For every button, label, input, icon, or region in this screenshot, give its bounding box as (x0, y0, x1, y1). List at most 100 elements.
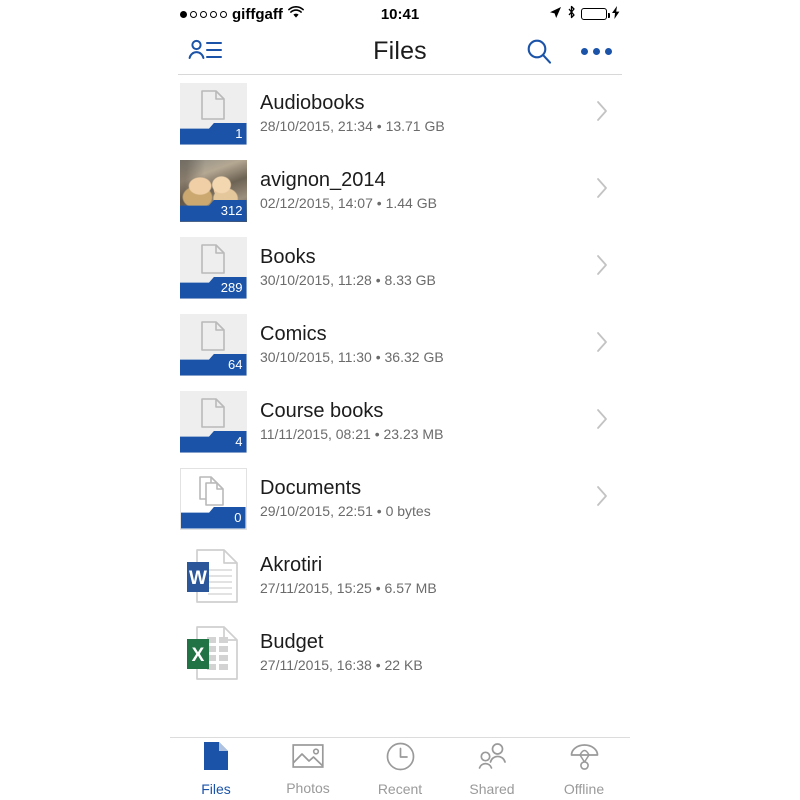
item-subtitle: 27/11/2015, 16:38 • 22 KB (260, 657, 423, 673)
status-bar-right (549, 5, 620, 23)
folder-count-band: 312 (179, 199, 247, 222)
overflow-menu-button[interactable] (581, 47, 612, 55)
item-thumbnail: 289 (178, 236, 248, 299)
excel-spreadsheet-icon: X (187, 625, 238, 680)
item-subtitle: 30/10/2015, 11:28 • 8.33 GB (260, 272, 436, 288)
file-list[interactable]: 1 Audiobooks 28/10/2015, 21:34 • 13.71 G… (170, 75, 630, 737)
item-meta: Course books 11/11/2015, 08:21 • 23.23 M… (260, 399, 588, 444)
folder-thumbnail: 1 (179, 82, 247, 145)
item-name: Budget (260, 631, 324, 653)
folder-thumbnail: 64 (179, 313, 247, 376)
tab-label: Photos (286, 780, 330, 796)
list-item[interactable]: 4 Course books 11/11/2015, 08:21 • 23.23… (170, 383, 630, 460)
folder-count-band: 1 (179, 122, 247, 145)
item-thumbnail: 4 (178, 390, 248, 453)
tab-label: Files (201, 781, 231, 797)
disclosure-chevron-icon[interactable] (596, 408, 614, 435)
search-button[interactable] (525, 37, 553, 65)
tab-offline[interactable]: Offline (538, 738, 630, 800)
overflow-dot-1 (581, 47, 588, 55)
folder-count-band: 4 (179, 430, 247, 453)
list-item[interactable]: 1 Audiobooks 28/10/2015, 21:34 • 13.71 G… (170, 75, 630, 152)
list-item[interactable]: 64 Comics 30/10/2015, 11:30 • 36.32 GB (170, 306, 630, 383)
folder-item-count: 1 (235, 125, 243, 141)
photo-icon (292, 742, 324, 775)
item-subtitle: 30/10/2015, 11:30 • 36.32 GB (260, 349, 444, 365)
item-name: Course books (260, 400, 384, 422)
tab-label: Recent (377, 780, 423, 797)
svg-text:X: X (192, 645, 205, 666)
file-icon (203, 741, 229, 776)
clock-icon (386, 742, 415, 776)
item-name: Books (260, 246, 316, 268)
folder-item-count: 4 (235, 433, 243, 449)
item-meta: avignon_2014 02/12/2015, 14:07 • 1.44 GB (260, 168, 588, 213)
document-glyph-icon (180, 320, 247, 351)
document-glyph-icon (180, 89, 247, 120)
item-meta: Comics 30/10/2015, 11:30 • 36.32 GB (260, 322, 588, 367)
item-meta: Audiobooks 28/10/2015, 21:34 • 13.71 GB (260, 91, 588, 136)
folder-thumbnail: 312 (179, 159, 247, 222)
tab-recent[interactable]: Recent (354, 738, 446, 800)
list-item[interactable]: W Akrotiri 27/11/2015, 15:25 • 6.57 MB (170, 537, 630, 614)
item-meta: Budget 27/11/2015, 16:38 • 22 KB (260, 630, 588, 675)
item-thumbnail: 1 (178, 82, 248, 145)
list-item[interactable]: 289 Books 30/10/2015, 11:28 • 8.33 GB (170, 229, 630, 306)
disclosure-chevron-icon[interactable] (596, 254, 614, 281)
tab-photos[interactable]: Photos (262, 738, 354, 800)
item-thumbnail: W (178, 545, 248, 607)
bluetooth-icon (567, 5, 576, 23)
item-name: Akrotiri (260, 554, 323, 576)
navigation-bar-actions (525, 37, 612, 65)
stacked-documents-glyph-icon (181, 475, 246, 506)
list-item[interactable]: 0 Documents 29/10/2015, 22:51 • 0 bytes (170, 460, 630, 537)
people-icon (477, 742, 508, 776)
list-item[interactable]: 312 avignon_2014 02/12/2015, 14:07 • 1.4… (170, 152, 630, 229)
folder-count-band: 64 (179, 353, 247, 376)
item-thumbnail: X (178, 622, 248, 684)
folder-item-count: 64 (228, 356, 243, 372)
folder-thumbnail: 4 (179, 390, 247, 453)
item-name: avignon_2014 (260, 169, 386, 191)
disclosure-chevron-icon[interactable] (596, 485, 614, 512)
folder-count-band: 289 (179, 276, 247, 299)
item-thumbnail: 312 (178, 159, 248, 222)
item-thumbnail: 64 (178, 313, 248, 376)
tab-label: Offline (563, 780, 605, 797)
disclosure-chevron-icon[interactable] (596, 100, 614, 127)
navigation-bar: Files (170, 28, 630, 74)
item-name: Comics (260, 323, 327, 345)
tab-label: Shared (469, 780, 515, 797)
search-icon (527, 39, 552, 64)
item-meta: Akrotiri 27/11/2015, 15:25 • 6.57 MB (260, 553, 588, 598)
charging-bolt-icon (612, 5, 620, 23)
word-document-icon: W (187, 548, 238, 603)
location-arrow-icon (549, 6, 562, 23)
tab-shared[interactable]: Shared (446, 738, 538, 800)
folder-item-count: 289 (220, 279, 243, 295)
item-subtitle: 11/11/2015, 08:21 • 23.23 MB (260, 426, 444, 442)
folder-item-count: 0 (234, 509, 242, 525)
item-subtitle: 29/10/2015, 22:51 • 0 bytes (260, 503, 431, 519)
list-item[interactable]: X Budget 27/11/2015, 16:38 • 22 KB (170, 614, 630, 691)
disclosure-chevron-icon[interactable] (596, 331, 614, 358)
svg-text:W: W (189, 568, 207, 589)
item-thumbnail: 0 (178, 467, 248, 530)
status-bar: giffgaff 10:41 (170, 0, 630, 28)
folder-thumbnail: 289 (179, 236, 247, 299)
item-subtitle: 02/12/2015, 14:07 • 1.44 GB (260, 195, 437, 211)
document-glyph-icon (180, 397, 247, 428)
folder-thumbnail: 0 (179, 467, 247, 530)
item-subtitle: 28/10/2015, 21:34 • 13.71 GB (260, 118, 445, 134)
tab-bar: Files Photos Recent Shared Offline (170, 737, 630, 800)
folder-item-count: 312 (220, 202, 243, 218)
item-subtitle: 27/11/2015, 15:25 • 6.57 MB (260, 580, 437, 596)
parachute-icon (569, 742, 600, 776)
battery-icon (581, 8, 610, 20)
tab-files[interactable]: Files (170, 738, 262, 800)
phone-screen: giffgaff 10:41 Files 1 Audiobooks 28/10/… (170, 0, 630, 800)
folder-count-band: 0 (180, 506, 246, 529)
overflow-dot-3 (605, 47, 612, 55)
item-name: Documents (260, 477, 362, 499)
disclosure-chevron-icon[interactable] (596, 177, 614, 204)
